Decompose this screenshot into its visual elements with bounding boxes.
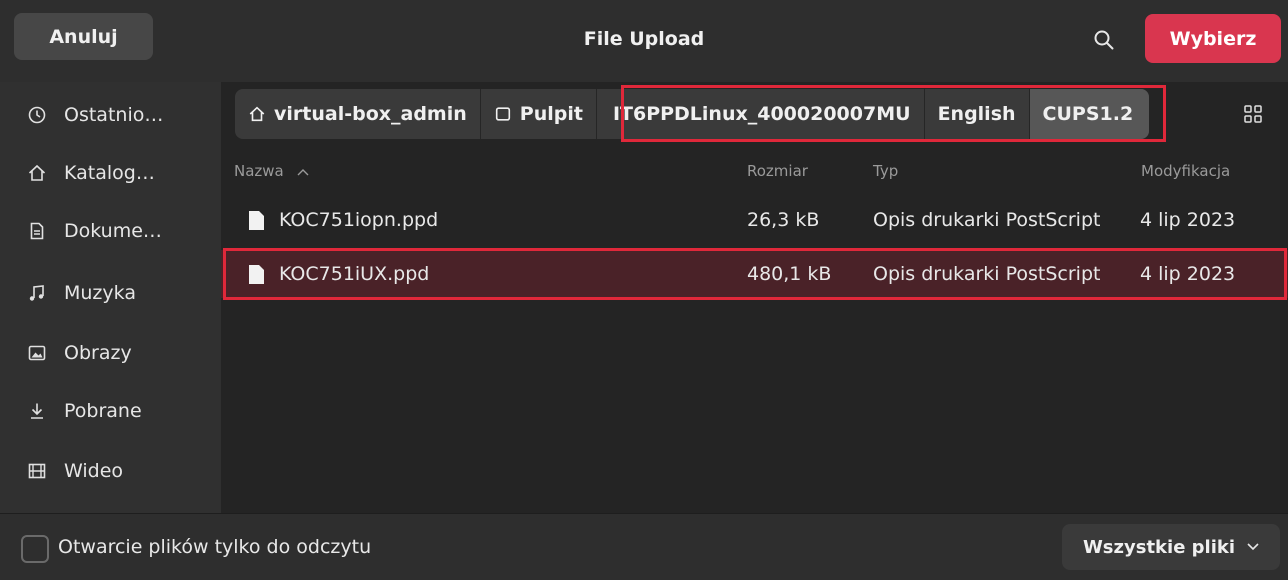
column-header-size[interactable]: Rozmiar [747,162,808,180]
column-header-modified[interactable]: Modyfikacja [1141,162,1230,180]
view-toggle-button[interactable] [1242,103,1264,125]
sidebar-item-label: Muzyka [64,282,136,304]
crumb-desktop[interactable]: Pulpit [481,89,597,139]
file-browser: virtual-box_admin Pulpit IT6PPDLinux_400… [221,82,1288,513]
file-modified: 4 lip 2023 [1140,209,1236,231]
home-icon [248,105,266,123]
crumb-folder[interactable]: IT6PPDLinux_400020007MU [597,89,925,139]
column-header-name[interactable]: Nazwa [234,162,309,180]
readonly-label[interactable]: Otwarcie plików tylko do odczytu [58,536,371,558]
file-name-cell: KOC751iUX.ppd [248,250,429,298]
file-type: Opis drukarki PostScript [873,209,1101,231]
crumb-home[interactable]: virtual-box_admin [235,89,481,139]
document-icon [26,220,48,242]
sidebar-item-label: Obrazy [64,342,132,364]
file-icon [249,264,264,284]
crumb-current[interactable]: CUPS1.2 [1029,89,1150,139]
sidebar-item-label: Dokume… [64,220,162,242]
sidebar-item-home[interactable]: Katalog… [0,144,221,202]
column-label: Nazwa [234,162,284,180]
header-bar: Anuluj File Upload Wybierz [0,0,1288,82]
footer-bar: Otwarcie plików tylko do odczytu Wszystk… [0,513,1288,580]
sidebar-item-downloads[interactable]: Pobrane [0,382,221,440]
file-icon [249,210,264,230]
search-icon [1094,30,1114,50]
crumb-label: virtual-box_admin [274,103,467,125]
home-icon [26,162,48,184]
crumb-label: IT6PPDLinux_400020007MU [612,103,911,125]
sidebar-item-label: Wideo [64,460,124,482]
video-icon [26,460,48,482]
places-sidebar: Ostatnio… Katalog… Dokume… Muzyka Obrazy… [0,82,221,513]
file-row[interactable]: KOC751iopn.ppd 26,3 kB Opis drukarki Pos… [221,196,1288,244]
file-filter-dropdown[interactable]: Wszystkie pliki [1062,524,1280,570]
file-size: 26,3 kB [747,209,820,231]
readonly-checkbox[interactable] [21,535,49,563]
sidebar-item-videos[interactable]: Wideo [0,442,221,500]
music-icon [26,282,48,304]
filter-label: Wszystkie pliki [1082,536,1236,558]
download-icon [26,400,48,422]
file-row-selected[interactable]: KOC751iUX.ppd 480,1 kB Opis drukarki Pos… [221,250,1288,298]
crumb-english[interactable]: English [925,89,1030,139]
path-bar: virtual-box_admin Pulpit IT6PPDLinux_400… [235,89,1150,139]
desktop-icon [494,105,512,123]
sort-ascending-icon [297,162,309,180]
file-name: KOC751iopn.ppd [279,209,439,231]
clock-icon [26,104,48,126]
crumb-label: Pulpit [519,103,583,125]
sidebar-item-recent[interactable]: Ostatnio… [0,86,221,144]
column-header-type[interactable]: Typ [873,162,898,180]
sidebar-item-label: Ostatnio… [64,104,164,126]
sidebar-item-pictures[interactable]: Obrazy [0,324,221,382]
image-icon [26,342,48,364]
sidebar-item-label: Katalog… [64,162,155,184]
crumb-label: English [937,103,1016,125]
sidebar-item-documents[interactable]: Dokume… [0,202,221,260]
file-size: 480,1 kB [747,263,832,285]
grid-icon [1244,105,1262,123]
file-type: Opis drukarki PostScript [873,263,1101,285]
sidebar-item-music[interactable]: Muzyka [0,264,221,322]
file-name-cell: KOC751iopn.ppd [248,196,438,244]
select-button[interactable]: Wybierz [1145,14,1281,63]
sidebar-item-label: Pobrane [64,400,142,422]
search-button[interactable] [1084,20,1124,60]
crumb-label: CUPS1.2 [1042,103,1134,125]
chevron-down-icon [1247,543,1259,551]
file-modified: 4 lip 2023 [1140,263,1236,285]
file-name: KOC751iUX.ppd [279,263,430,285]
